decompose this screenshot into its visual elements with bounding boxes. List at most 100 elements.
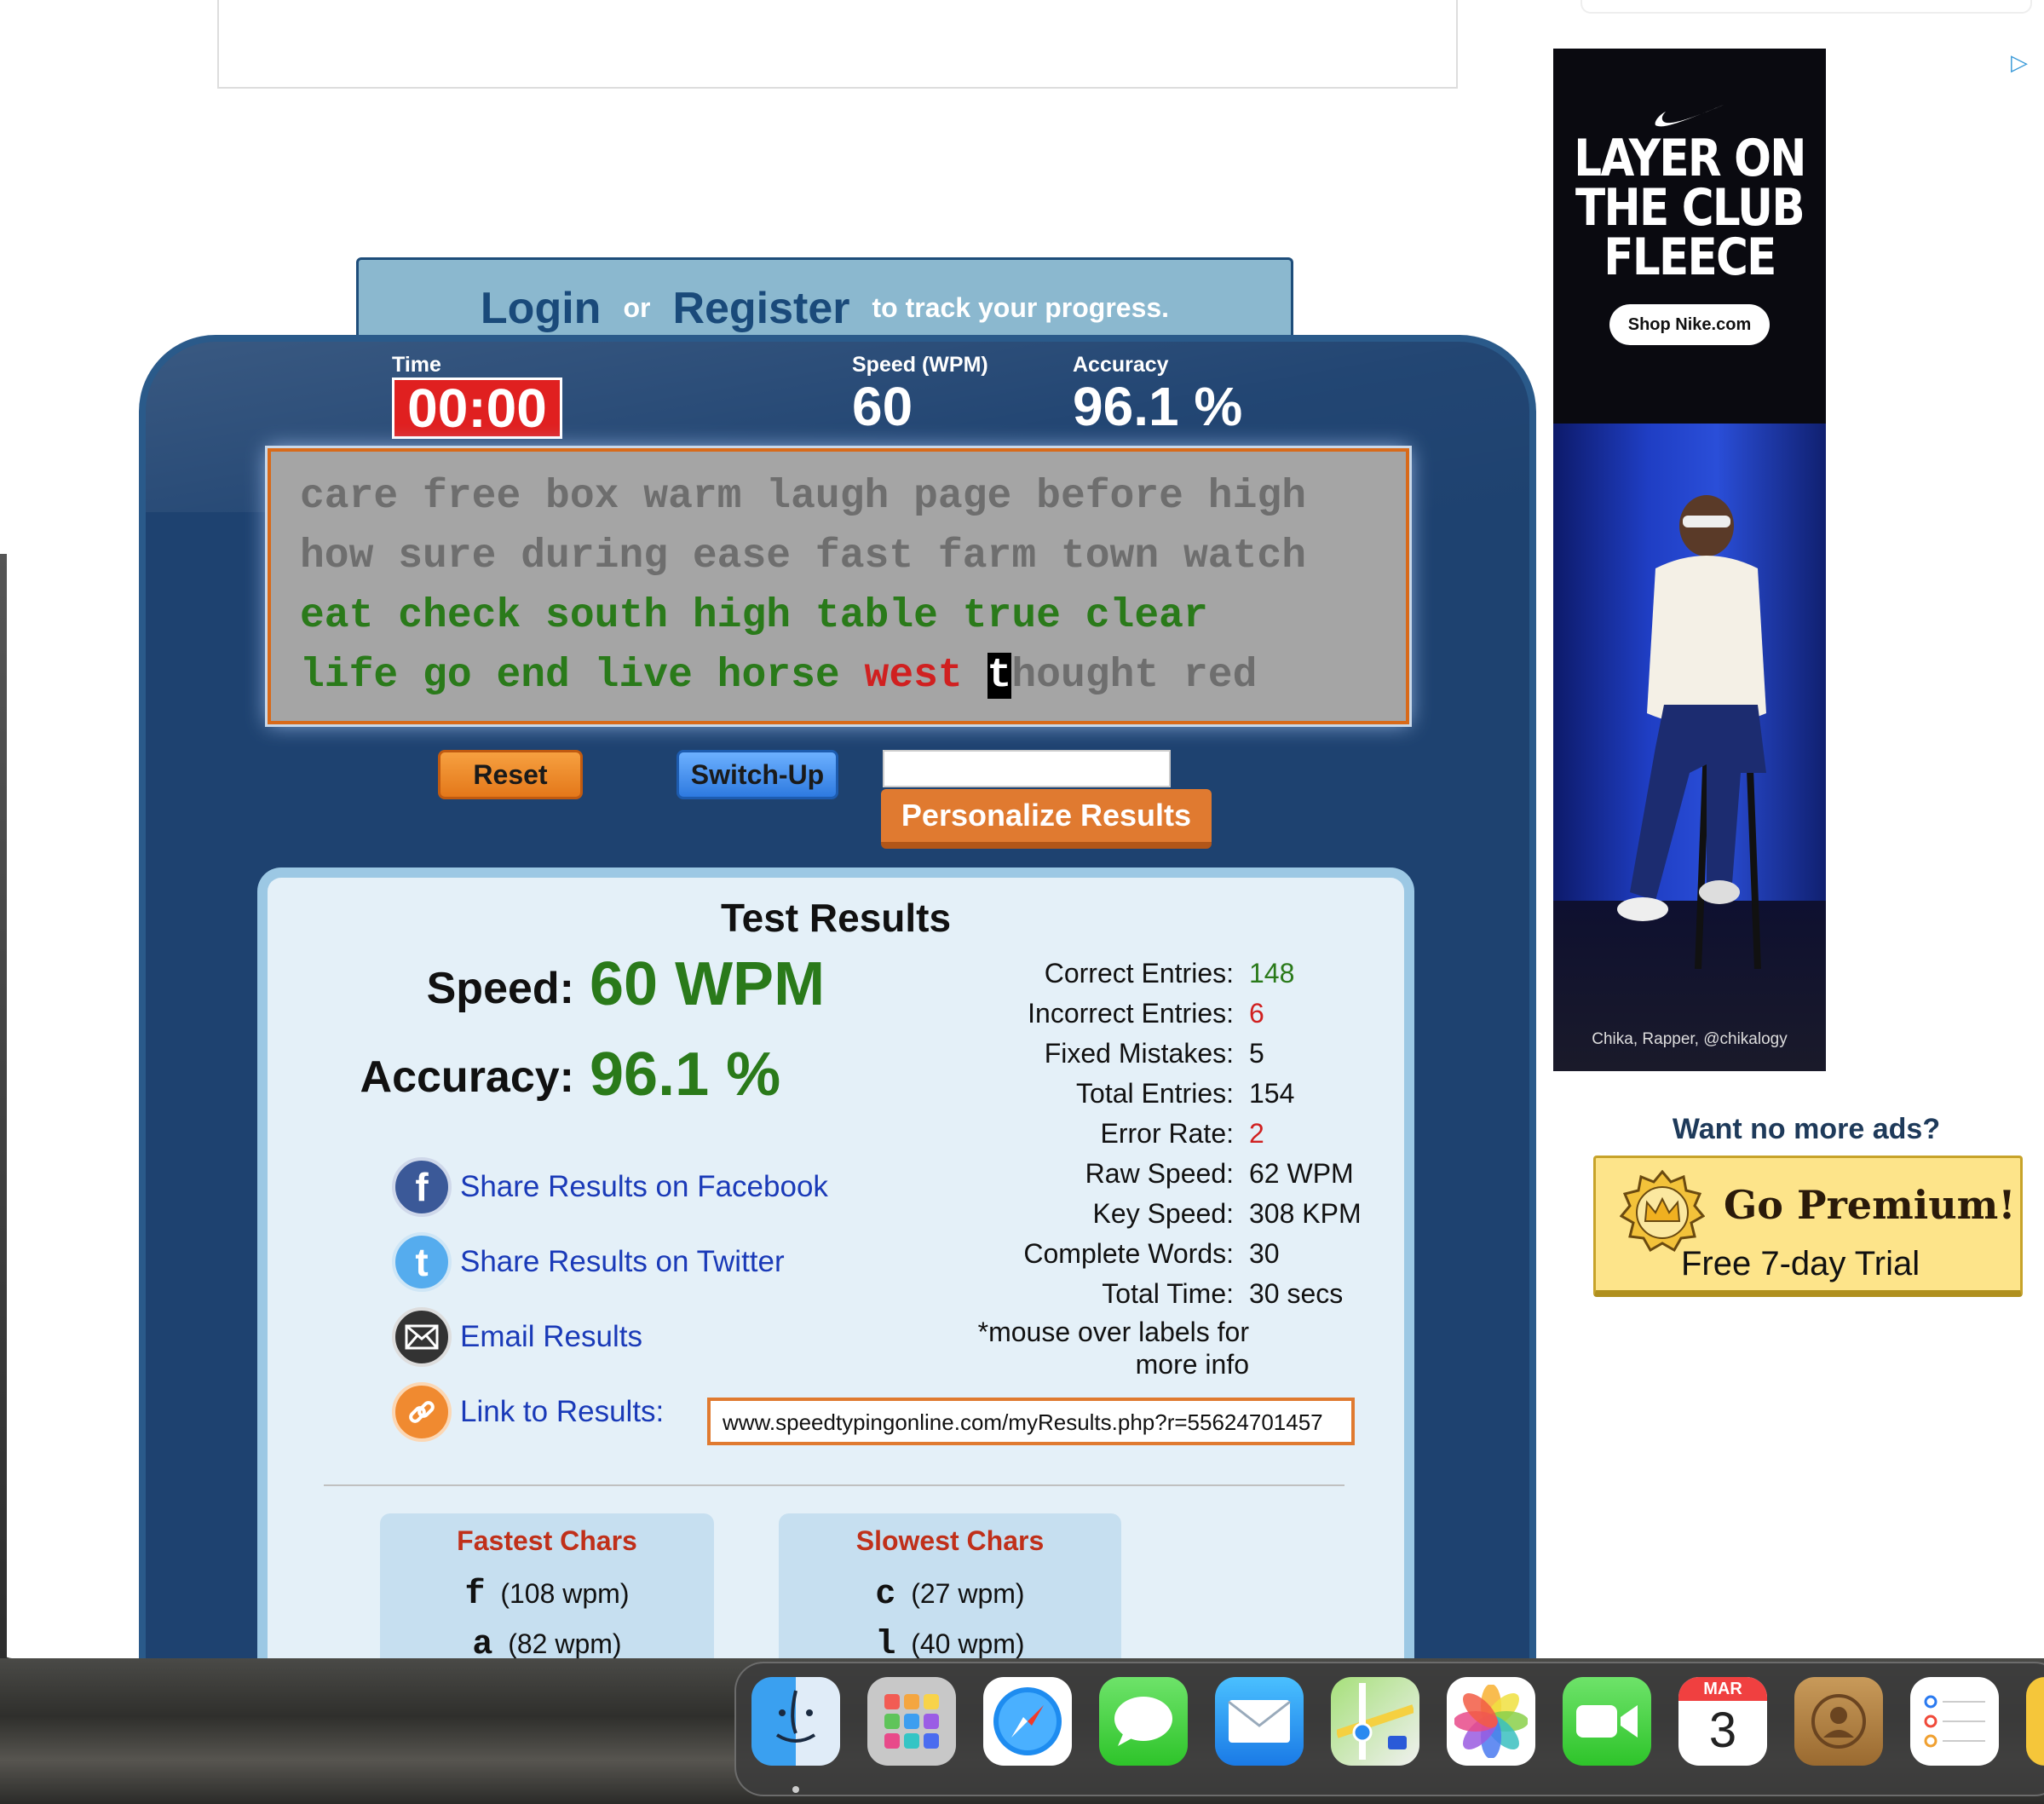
link-icon	[392, 1382, 452, 1442]
fastest-char-wpm: (82 wpm)	[508, 1628, 622, 1659]
notes-icon[interactable]	[2026, 1677, 2044, 1766]
fixed-mistakes-value: 5	[1249, 1038, 1264, 1069]
fastest-char: f	[464, 1576, 486, 1614]
ad-headline-line-2: THE CLUB	[1575, 178, 1805, 238]
email-icon[interactable]	[392, 1307, 452, 1367]
fixed-mistakes-label[interactable]: Fixed Mistakes:	[898, 1038, 1249, 1077]
top-right-frame	[1581, 0, 2032, 14]
complete-words-value: 30	[1249, 1238, 1280, 1269]
raw-speed-value: 62 WPM	[1249, 1158, 1354, 1189]
launchpad-icon[interactable]	[867, 1677, 956, 1766]
email-results-link[interactable]: Email Results	[460, 1320, 642, 1354]
login-link[interactable]: Login	[481, 283, 602, 334]
test-results-panel: Test Results Speed: 60 WPM Accuracy: 96.…	[257, 867, 1414, 1684]
results-speed-value: 60 WPM	[590, 950, 826, 1018]
incorrect-entries-value: 6	[1249, 998, 1264, 1029]
mouse-over-note-line-1: *mouse over labels for	[977, 1317, 1249, 1347]
reminders-icon[interactable]	[1910, 1677, 1999, 1766]
maps-icon[interactable]	[1331, 1677, 1419, 1766]
correct-entries-row: Correct Entries: 148	[898, 958, 1295, 997]
key-speed-value: 308 KPM	[1249, 1198, 1362, 1229]
fastest-char-wpm: (108 wpm)	[500, 1578, 630, 1609]
go-premium-title: Go Premium!	[1724, 1182, 2016, 1228]
mouse-over-note-line-2: more info	[1135, 1349, 1249, 1380]
email-row[interactable]: Email Results	[392, 1307, 642, 1367]
speed-value: 60	[852, 376, 913, 437]
login-or: or	[623, 292, 651, 323]
nike-ad[interactable]: LAYER ON THE CLUB FLEECE Shop Nike.com C…	[1553, 49, 1826, 1071]
go-premium-subtitle: Free 7-day Trial	[1681, 1245, 1920, 1282]
results-divider	[324, 1484, 1344, 1486]
error-rate-label[interactable]: Error Rate:	[898, 1118, 1249, 1157]
results-link-field[interactable]: www.speedtypingonline.com/myResults.php?…	[707, 1398, 1355, 1445]
share-twitter-link[interactable]: Share Results on Twitter	[460, 1245, 785, 1279]
results-accuracy-value: 96.1 %	[590, 1040, 781, 1109]
personalize-name-input[interactable]	[883, 750, 1171, 787]
time-display: 00:00	[392, 378, 562, 439]
typing-area[interactable]: care free box warm laugh page before hig…	[265, 446, 1412, 727]
typing-line-3: eat check south high table true clear	[300, 593, 1208, 639]
slowest-char-row: c (27 wpm)	[779, 1576, 1121, 1614]
typed-correct-words: life go end live horse	[300, 653, 865, 699]
reset-button[interactable]: Reset	[438, 750, 583, 799]
key-speed-label[interactable]: Key Speed:	[898, 1198, 1249, 1237]
twitter-icon[interactable]: t	[392, 1232, 452, 1292]
complete-words-label[interactable]: Complete Words:	[898, 1238, 1249, 1277]
crown-badge-icon	[1620, 1170, 1705, 1253]
share-facebook-link[interactable]: Share Results on Facebook	[460, 1170, 828, 1204]
safari-icon[interactable]	[983, 1677, 1072, 1766]
accuracy-value: 96.1 %	[1073, 376, 1243, 437]
register-link[interactable]: Register	[672, 283, 849, 334]
desktop-edge	[0, 554, 7, 1662]
share-facebook-row[interactable]: f Share Results on Facebook	[392, 1157, 828, 1217]
accuracy-label: Accuracy	[1073, 353, 1169, 377]
calendar-icon[interactable]: MAR 3	[1678, 1677, 1767, 1766]
switch-up-button[interactable]: Switch-Up	[677, 750, 838, 799]
typing-line-2: how sure during ease fast farm town watc…	[300, 533, 1306, 579]
facebook-icon[interactable]: f	[392, 1157, 452, 1217]
finder-running-indicator	[792, 1786, 799, 1793]
results-speed-label: Speed:	[426, 964, 574, 1013]
messages-icon[interactable]	[1099, 1677, 1188, 1766]
dock: MAR 3	[734, 1662, 2044, 1796]
ad-caption: Chika, Rapper, @chikalogy	[1592, 1030, 1788, 1048]
total-entries-label[interactable]: Total Entries:	[898, 1078, 1249, 1117]
photos-icon[interactable]	[1447, 1677, 1535, 1766]
link-to-results-label: Link to Results:	[460, 1395, 665, 1428]
login-suffix: to track your progress.	[872, 292, 1170, 323]
raw-speed-row: Raw Speed: 62 WPM	[898, 1158, 1354, 1197]
total-time-label[interactable]: Total Time:	[898, 1278, 1249, 1317]
go-premium-banner[interactable]: Go Premium! Free 7-day Trial	[1593, 1156, 2023, 1297]
calendar-month: MAR	[1678, 1677, 1767, 1701]
incorrect-entries-row: Incorrect Entries: 6	[898, 998, 1264, 1037]
mail-icon[interactable]	[1215, 1677, 1304, 1766]
login-bar: Login or Register to track your progress…	[356, 257, 1293, 343]
browser-window: Login or Register to track your progress…	[0, 0, 2044, 1684]
ad-shop-button[interactable]: Shop Nike.com	[1609, 304, 1770, 345]
nike-swoosh-icon	[1655, 105, 1724, 127]
share-twitter-row[interactable]: t Share Results on Twitter	[392, 1232, 785, 1292]
complete-words-row: Complete Words: 30	[898, 1238, 1280, 1277]
no-ads-prompt: Want no more ads?	[1672, 1113, 1941, 1145]
typing-line-1: care free box warm laugh page before hig…	[300, 474, 1306, 520]
total-entries-row: Total Entries: 154	[898, 1078, 1294, 1117]
contacts-icon[interactable]	[1794, 1677, 1883, 1766]
correct-entries-label[interactable]: Correct Entries:	[898, 958, 1249, 997]
error-rate-row: Error Rate: 2	[898, 1118, 1264, 1157]
link-row: Link to Results:	[392, 1382, 664, 1442]
typing-cursor: t	[987, 653, 1012, 699]
personalize-results-button[interactable]: Personalize Results	[881, 789, 1212, 849]
typing-line-4: life go end live horse west thought red	[300, 646, 1406, 706]
fastest-chars-title: Fastest Chars	[457, 1525, 637, 1556]
adchoices-icon[interactable]: ▷	[2011, 49, 2036, 75]
finder-icon[interactable]	[751, 1677, 840, 1766]
facetime-icon[interactable]	[1563, 1677, 1651, 1766]
top-content-frame	[217, 0, 1458, 89]
raw-speed-label[interactable]: Raw Speed:	[898, 1158, 1249, 1197]
incorrect-entries-label[interactable]: Incorrect Entries:	[898, 998, 1249, 1037]
untyped-words: hought red	[1011, 653, 1258, 699]
slowest-char-wpm: (27 wpm)	[911, 1578, 1025, 1609]
ad-headline: LAYER ON THE CLUB FLEECE	[1572, 133, 1806, 283]
slowest-char: c	[875, 1576, 896, 1614]
ad-model-figure	[1617, 495, 1766, 969]
